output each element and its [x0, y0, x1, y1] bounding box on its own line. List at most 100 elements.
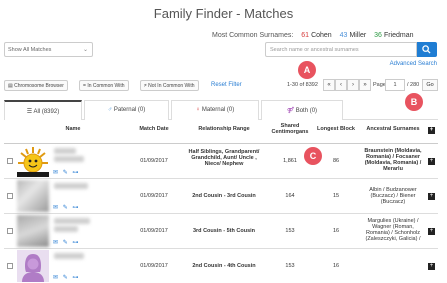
- avatar[interactable]: [17, 215, 49, 247]
- row-actions: ✉ ✎ ⊶: [53, 204, 78, 211]
- reset-filter-link[interactable]: Reset Filter: [211, 82, 242, 88]
- family-tree-icon[interactable]: ⊶: [72, 205, 78, 211]
- header-match-date[interactable]: Match Date: [132, 126, 176, 132]
- search-icon: [422, 45, 431, 54]
- shared-cm[interactable]: 153: [268, 228, 312, 234]
- match-name[interactable]: [54, 183, 88, 189]
- surname-count-friedman: 36: [374, 32, 382, 39]
- table-row[interactable]: ✉ ✎ ⊶ 01/09/2017 3rd Cousin - 5th Cousin…: [4, 214, 438, 249]
- expand-row-icon[interactable]: +: [428, 158, 435, 165]
- avatar[interactable]: [17, 180, 49, 212]
- in-common-with-button[interactable]: = In Common With: [79, 80, 129, 91]
- shared-cm[interactable]: 1,861: [268, 158, 312, 164]
- header-name[interactable]: Name: [54, 126, 92, 132]
- relationship-range: 2nd Cousin - 3rd Cousin: [192, 193, 256, 199]
- email-icon[interactable]: ✉: [53, 205, 58, 211]
- advanced-search-link[interactable]: Advanced Search: [390, 61, 437, 67]
- longest-block: 86: [332, 158, 340, 164]
- match-date: 01/09/2017: [140, 263, 168, 269]
- shared-cm[interactable]: 153: [268, 263, 312, 269]
- match-name[interactable]: [54, 253, 84, 259]
- relationship-range: Half Siblings, Grandparent/ Grandchild, …: [188, 149, 260, 167]
- expand-row-icon[interactable]: +: [428, 263, 435, 270]
- equals-icon: =: [83, 83, 86, 89]
- table-row[interactable]: ✉ ✎ ⊶ 01/09/2017 Half Siblings, Grandpar…: [4, 144, 438, 179]
- family-tree-icon[interactable]: ⊶: [72, 275, 78, 281]
- surname-friedman[interactable]: Friedman: [384, 32, 414, 39]
- header-relationship[interactable]: Relationship Range: [184, 126, 264, 132]
- chevron-down-icon: ⌄: [82, 47, 88, 53]
- sun-avatar-icon: [17, 145, 49, 177]
- row-checkbox[interactable]: [7, 228, 13, 234]
- longest-block: 16: [332, 263, 340, 269]
- match-filter-value: Show All Matches: [8, 47, 52, 53]
- match-name[interactable]: [54, 148, 76, 154]
- page-number-input[interactable]: 1: [385, 79, 405, 91]
- surname-count-miller: 43: [339, 32, 348, 39]
- edit-icon[interactable]: ✎: [63, 170, 68, 176]
- go-button[interactable]: Go: [422, 79, 438, 91]
- row-checkbox[interactable]: [7, 193, 13, 199]
- row-checkbox[interactable]: [7, 263, 13, 269]
- page-label: Page: [373, 82, 386, 88]
- not-in-common-with-label: Not In Common With: [148, 83, 195, 89]
- expand-row-icon[interactable]: +: [428, 228, 435, 235]
- match-name-detail: [54, 156, 84, 162]
- table-header: Name Match Date Relationship Range Share…: [4, 120, 438, 144]
- email-icon[interactable]: ✉: [53, 240, 58, 246]
- ancestral-surnames: Margulies (Ukraine) / Wagner (Roman, Rom…: [365, 218, 421, 242]
- header-longest-block[interactable]: Longest Block: [314, 126, 358, 132]
- female-icon: ♀: [195, 107, 201, 113]
- list-icon: ☰: [26, 109, 33, 115]
- tab-paternal[interactable]: ♂ Paternal (0): [84, 100, 169, 120]
- expand-row-icon[interactable]: +: [428, 193, 435, 200]
- next-page-button[interactable]: ›: [347, 79, 359, 91]
- tab-all[interactable]: ☰ All (8392): [4, 100, 82, 120]
- search-button[interactable]: [417, 42, 437, 57]
- first-page-button[interactable]: «: [323, 79, 335, 91]
- family-tree-icon[interactable]: ⊶: [72, 170, 78, 176]
- match-name[interactable]: [54, 218, 90, 224]
- match-date: 01/09/2017: [140, 228, 168, 234]
- match-tabs: ☰ All (8392) ♂ Paternal (0) ♀ Maternal (…: [4, 100, 438, 120]
- female-silhouette-icon: [17, 250, 49, 282]
- match-filter-select[interactable]: Show All Matches ⌄: [4, 42, 93, 57]
- table-row[interactable]: ✉ ✎ ⊶ 01/09/2017 2nd Cousin - 4th Cousin…: [4, 249, 438, 283]
- tab-all-label: All (8392): [33, 109, 60, 115]
- row-actions: ✉ ✎ ⊶: [53, 274, 78, 281]
- page-total: / 280: [407, 82, 420, 88]
- tab-both[interactable]: ⚤ Both (0): [261, 100, 343, 120]
- longest-block: 16: [332, 228, 340, 234]
- avatar[interactable]: [17, 250, 49, 282]
- edit-icon[interactable]: ✎: [63, 275, 68, 281]
- longest-block: 15: [332, 193, 340, 199]
- avatar[interactable]: [17, 145, 49, 177]
- chromosome-browser-button[interactable]: ▤ Chromosome Browser: [4, 80, 68, 91]
- row-checkbox[interactable]: [7, 158, 13, 164]
- tab-both-label: Both (0): [295, 108, 318, 114]
- header-shared-cm[interactable]: Shared Centimorgans: [268, 123, 312, 135]
- tab-paternal-label: Paternal (0): [113, 107, 146, 113]
- match-date: 01/09/2017: [140, 193, 168, 199]
- shared-cm[interactable]: 164: [268, 193, 312, 199]
- couple-icon: ⚤: [286, 108, 295, 114]
- not-in-common-with-button[interactable]: ≠ Not In Common With: [140, 80, 199, 91]
- edit-icon[interactable]: ✎: [63, 205, 68, 211]
- edit-icon[interactable]: ✎: [63, 240, 68, 246]
- surname-miller[interactable]: Miller: [349, 32, 366, 39]
- family-tree-icon[interactable]: ⊶: [72, 240, 78, 246]
- male-icon: ♂: [107, 107, 113, 113]
- header-ancestral[interactable]: Ancestral Surnames: [360, 126, 426, 132]
- surname-cohen[interactable]: Cohen: [311, 32, 332, 39]
- prev-page-button[interactable]: ‹: [335, 79, 347, 91]
- tab-maternal[interactable]: ♀ Maternal (0): [171, 100, 259, 120]
- relationship-range: 2nd Cousin - 4th Cousin: [192, 263, 256, 269]
- expand-all-icon[interactable]: +: [428, 127, 435, 134]
- last-page-button[interactable]: »: [359, 79, 371, 91]
- annotation-marker-a: A: [298, 61, 316, 79]
- table-row[interactable]: ✉ ✎ ⊶ 01/09/2017 2nd Cousin - 3rd Cousin…: [4, 179, 438, 214]
- chromosome-icon: ▤: [8, 83, 13, 89]
- email-icon[interactable]: ✉: [53, 275, 58, 281]
- email-icon[interactable]: ✉: [53, 170, 58, 176]
- search-input[interactable]: Search name or ancestral surnames: [265, 42, 417, 57]
